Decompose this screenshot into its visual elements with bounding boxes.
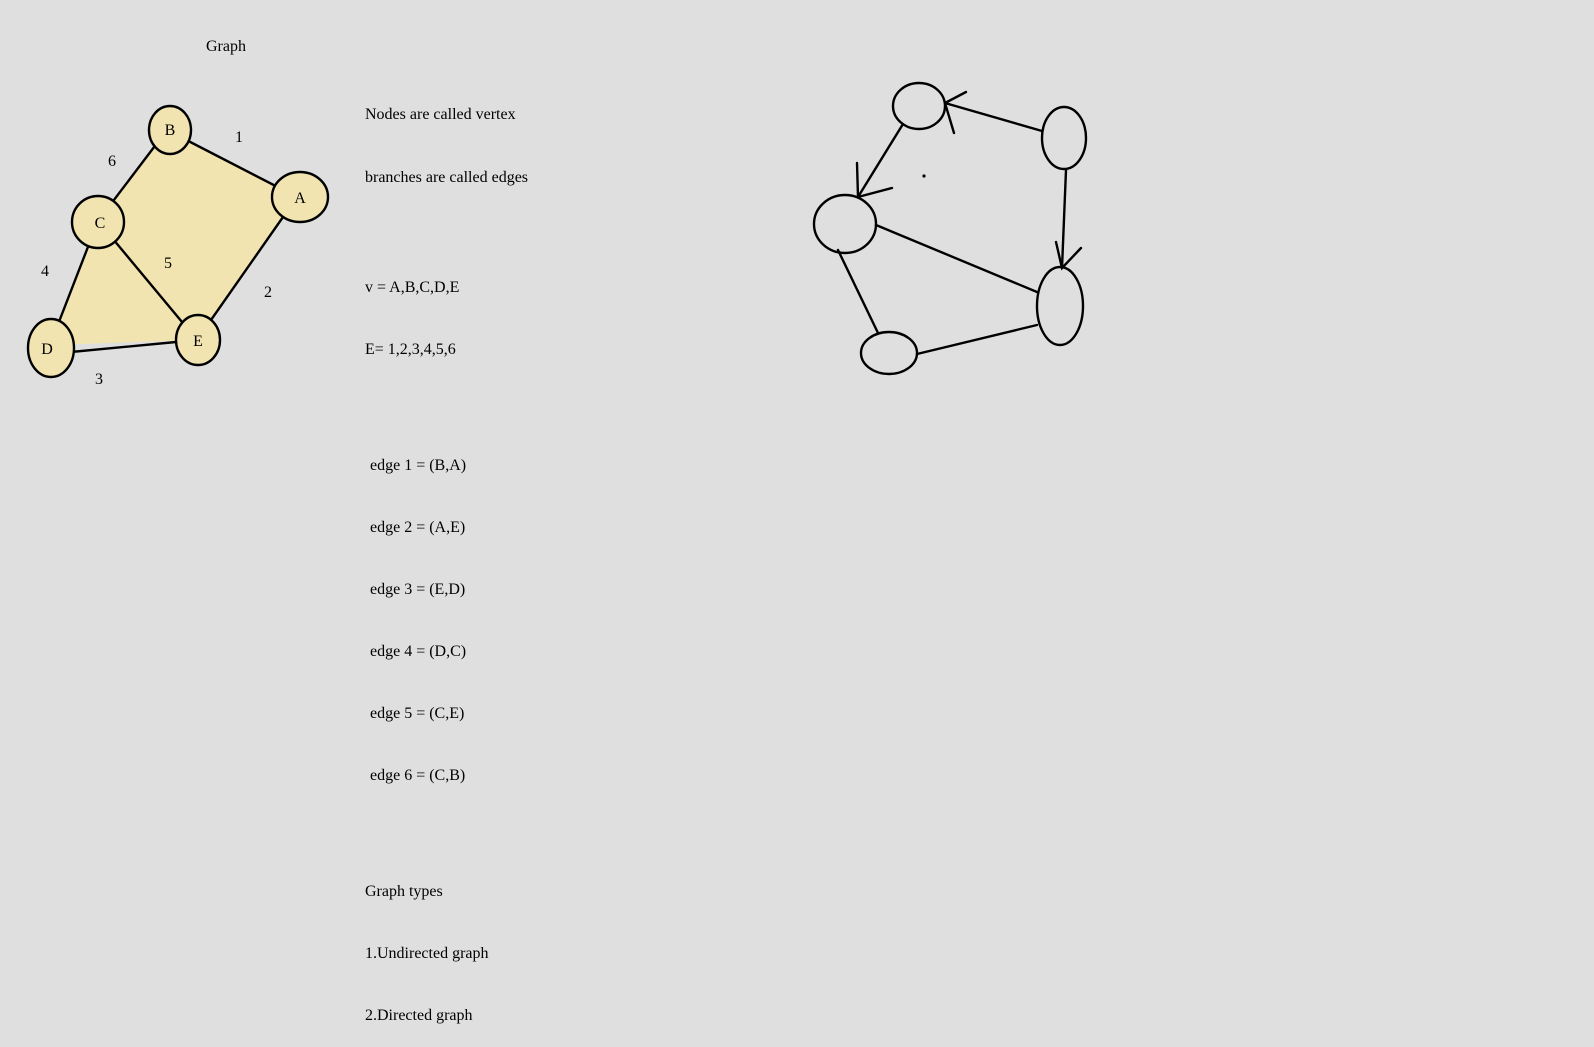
- edge-def-5: edge 5 = (C,E): [370, 705, 465, 723]
- node-label-b: B: [165, 122, 176, 139]
- graph-types-heading: Graph types: [365, 882, 443, 900]
- dedge-bottom-rightbottom: [915, 323, 1039, 356]
- stray-dot: [922, 174, 926, 178]
- edge-label-3: 3: [95, 371, 103, 388]
- node-label-d: D: [41, 341, 53, 358]
- edge-def-2: edge 2 = (A,E): [370, 518, 466, 536]
- edge-set: E= 1,2,3,4,5,6: [365, 341, 456, 359]
- dnode-left: [812, 193, 878, 255]
- node-label-c: C: [95, 215, 106, 232]
- dedge-righttop-top: [943, 101, 1044, 133]
- dedge-righttop-rightbottom: [1060, 168, 1068, 270]
- dedge-left-bottom: [836, 248, 880, 335]
- graph-title: Graph: [206, 38, 246, 55]
- dnode-right-top: [1040, 105, 1088, 171]
- edge-def-4: edge 4 = (D,C): [370, 642, 467, 660]
- edge-label-4: 4: [41, 263, 49, 280]
- dnode-top: [891, 81, 947, 131]
- vertex-set: v = A,B,C,D,E: [365, 279, 460, 297]
- arrowhead-top: [943, 90, 968, 135]
- diagram-canvas: Graph A B C D E 1 2 3 4 5 6: [26, 38, 1088, 388]
- edge-label-2: 2: [264, 284, 272, 301]
- edge-def-3: edge 3 = (E,D): [370, 580, 466, 598]
- node-label-e: E: [193, 333, 203, 350]
- dnode-bottom: [859, 330, 919, 376]
- graph-type-2: 2.Directed graph: [365, 1006, 473, 1024]
- arrowhead-rightbottom: [1054, 240, 1083, 271]
- edge-def-6: edge 6 = (C,B): [370, 767, 466, 785]
- dnode-right-bottom: [1035, 265, 1085, 347]
- edge-label-1: 1: [235, 129, 243, 146]
- undirected-graph: A B C D E 1 2 3 4 5 6: [26, 104, 330, 388]
- graph-type-1: 1.Undirected graph: [365, 944, 489, 962]
- notes-panel: Nodes are called vertex branches are cal…: [365, 64, 528, 1047]
- dedge-left-rightbottom: [874, 223, 1039, 294]
- dedge-top-left: [856, 122, 905, 199]
- notes-line-2: branches are called edges: [365, 168, 529, 186]
- edge-def-1: edge 1 = (B,A): [370, 456, 467, 474]
- edge-label-5: 5: [164, 255, 172, 272]
- directed-graph: [812, 81, 1088, 376]
- notes-line-1: Nodes are called vertex: [365, 106, 516, 124]
- node-label-a: A: [294, 190, 306, 207]
- edge-label-6: 6: [108, 153, 116, 170]
